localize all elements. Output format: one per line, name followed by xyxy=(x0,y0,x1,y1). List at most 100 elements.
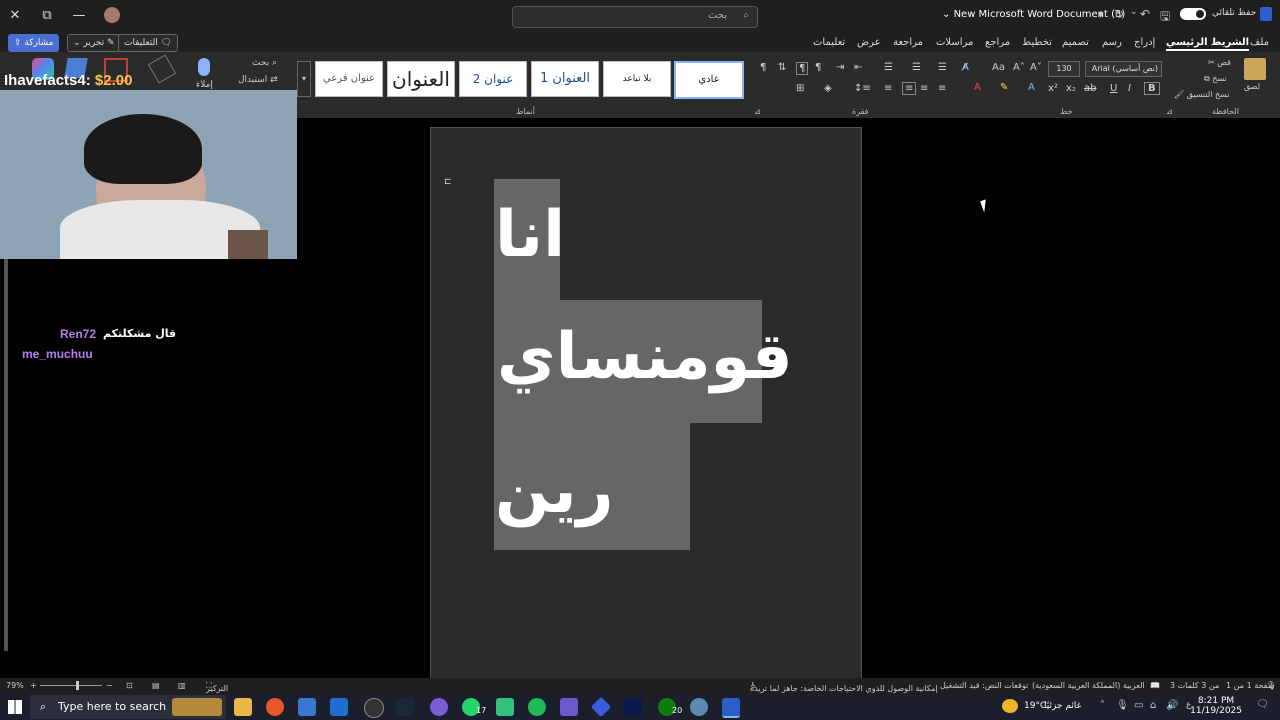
app2-icon[interactable] xyxy=(496,698,514,716)
steam-icon[interactable] xyxy=(396,698,414,716)
bullets-icon[interactable]: ☰ xyxy=(884,62,893,73)
copy-button[interactable]: ⧉ نسخ xyxy=(1204,74,1227,84)
editing-mode-button[interactable]: ⌄ تحرير ✎ xyxy=(67,34,121,52)
zoom-in-icon[interactable]: − xyxy=(106,681,113,690)
change-case-icon[interactable]: Aa xyxy=(992,62,1005,73)
font-name-dropdown[interactable]: Arial (نص أساسي) xyxy=(1085,61,1162,77)
microphone-status-icon[interactable]: 🎙 xyxy=(1266,681,1276,690)
sort-icon[interactable]: ⇅ xyxy=(778,62,786,73)
outlook-icon[interactable] xyxy=(330,698,348,716)
align-center-icon[interactable]: ≡ xyxy=(920,83,928,94)
search-input[interactable]: بحث xyxy=(708,10,727,21)
font-size-dropdown[interactable]: 130 xyxy=(1048,61,1080,77)
redo-icon[interactable]: ↻ xyxy=(1114,7,1124,21)
paste-options-icon[interactable]: ⊏ xyxy=(444,177,452,187)
underline-icon[interactable]: U xyxy=(1110,83,1117,94)
zoom-slider[interactable] xyxy=(40,685,102,686)
app3-icon[interactable] xyxy=(590,696,612,718)
highlight-color-icon[interactable]: ✎ xyxy=(1000,82,1008,93)
ltr-icon[interactable]: ¶ xyxy=(796,62,809,75)
paragraph-launcher-icon[interactable]: ⊿ xyxy=(754,107,761,116)
subscript-icon[interactable]: x₂ xyxy=(1066,83,1076,94)
borders-icon[interactable]: ⊞ xyxy=(796,83,804,94)
close-icon[interactable]: ✕ xyxy=(0,6,30,26)
undo-icon[interactable]: ↶ xyxy=(1140,7,1150,21)
taskbar-search[interactable]: ⌕ Type here to search xyxy=(30,695,226,719)
spotify-icon[interactable] xyxy=(528,698,546,716)
replace-button[interactable]: استبدال ⇄ xyxy=(238,75,278,85)
notifications-icon[interactable]: 🗨 xyxy=(1256,699,1269,710)
styles-more-icon[interactable]: ▾ xyxy=(297,61,311,97)
paste-icon[interactable] xyxy=(1244,58,1266,80)
document-line[interactable]: انا xyxy=(495,190,565,280)
italic-icon[interactable]: I xyxy=(1128,83,1131,94)
zoom-out-icon[interactable]: + xyxy=(30,681,37,690)
shrink-font-icon[interactable]: A˅ xyxy=(1030,62,1042,73)
brave-icon[interactable] xyxy=(266,698,284,716)
network-icon[interactable]: ⌂ xyxy=(1150,700,1156,711)
bold-icon[interactable]: B xyxy=(1144,82,1160,95)
font-color-icon[interactable]: A xyxy=(974,82,981,93)
avatar[interactable] xyxy=(104,7,120,23)
tab-layout[interactable]: تخطيط xyxy=(1022,37,1052,48)
file-explorer-icon[interactable] xyxy=(234,698,252,716)
tab-mailings[interactable]: مراسلات xyxy=(936,37,973,48)
volume-icon[interactable]: 🔊 xyxy=(1166,700,1178,711)
paste-label[interactable]: لصق xyxy=(1244,82,1260,91)
clear-formatting-icon[interactable]: A̸ xyxy=(962,62,969,73)
tray-display-icon[interactable]: ▭ xyxy=(1134,700,1143,711)
undo-dropdown-icon[interactable]: ⌄ xyxy=(1130,7,1138,17)
proofing-icon[interactable]: 📖 xyxy=(1150,681,1160,690)
decrease-indent-icon[interactable]: ⇤ xyxy=(854,62,862,73)
customize-icon[interactable]: ▾ xyxy=(1098,8,1104,21)
taskbar-search-input[interactable]: Type here to search xyxy=(58,695,166,719)
format-painter-button[interactable]: 🖌 نسخ التنسيق xyxy=(1174,90,1229,99)
print-layout-icon[interactable]: ▤ xyxy=(152,681,160,690)
search-box[interactable]: بحث ⌕ xyxy=(512,6,758,28)
strikethrough-icon[interactable]: ab xyxy=(1084,83,1096,94)
weather-temp[interactable]: 19°C xyxy=(1024,701,1046,711)
show-marks-icon[interactable]: ¶ xyxy=(760,62,766,73)
document-page[interactable]: ⊏ انا قومنساي رين xyxy=(430,127,862,689)
restore-icon[interactable]: ⧉ xyxy=(32,6,62,26)
cut-button[interactable]: ✂ قص xyxy=(1208,58,1231,67)
align-left-icon[interactable]: ≡ xyxy=(902,82,917,95)
sensitivity-icon[interactable] xyxy=(147,54,177,84)
weather-desc[interactable]: غائم جزئيًا xyxy=(1044,701,1081,711)
increase-indent-icon[interactable]: ⇥ xyxy=(836,62,844,73)
focus-button[interactable]: التركيز ⛶ xyxy=(206,681,228,693)
tab-file[interactable]: ملف xyxy=(1250,37,1269,48)
share-button[interactable]: ⇪ مشاركة xyxy=(8,34,60,52)
style-title[interactable]: العنوان xyxy=(387,61,455,97)
document-line[interactable]: رين xyxy=(495,446,613,536)
rtl-icon[interactable]: ¶ xyxy=(815,62,821,73)
app4-icon[interactable] xyxy=(690,698,708,716)
scrollbar[interactable] xyxy=(4,259,8,651)
tray-chevron-icon[interactable]: ˄ xyxy=(1100,700,1105,711)
store-icon[interactable] xyxy=(298,698,316,716)
justify-icon[interactable]: ≡ xyxy=(884,83,892,94)
text-predictions[interactable]: توقعات النص: قيد التشغيل xyxy=(940,681,1028,690)
tab-help[interactable]: تعليمات xyxy=(813,37,845,48)
tab-home[interactable]: الشريط الرئيسي xyxy=(1166,37,1250,51)
tab-review[interactable]: مراجعة xyxy=(893,37,923,48)
word-count[interactable]: 3 من 3 كلمات xyxy=(1170,681,1219,690)
numbering-icon[interactable]: ☰ xyxy=(912,62,921,73)
style-heading1[interactable]: العنوان 1 xyxy=(531,61,599,97)
multilevel-list-icon[interactable]: ☰ xyxy=(938,62,947,73)
comments-button[interactable]: التعليقات 🗨 xyxy=(118,34,179,52)
minimize-icon[interactable]: — xyxy=(64,6,94,26)
align-right-icon[interactable]: ≡ xyxy=(938,83,946,94)
language-status[interactable]: العربية (المملكة العربية السعودية) xyxy=(1032,681,1145,690)
document-line[interactable]: قومنساي xyxy=(497,312,793,402)
word-taskbar-icon[interactable] xyxy=(722,698,740,718)
tab-insert[interactable]: إدراج xyxy=(1134,37,1155,48)
taskbar-clock[interactable]: 8:21 PM 11/19/2025 xyxy=(1190,696,1242,716)
style-subtitle[interactable]: عنوان فرعي xyxy=(315,61,383,97)
text-effects-icon[interactable]: A xyxy=(1028,82,1035,93)
web-layout-icon[interactable]: ⊡ xyxy=(126,681,133,690)
tab-view[interactable]: عرض xyxy=(857,37,881,48)
zoom-slider-thumb[interactable] xyxy=(76,681,79,690)
superscript-icon[interactable]: x² xyxy=(1048,83,1058,94)
zoom-level[interactable]: 79% xyxy=(6,681,24,690)
